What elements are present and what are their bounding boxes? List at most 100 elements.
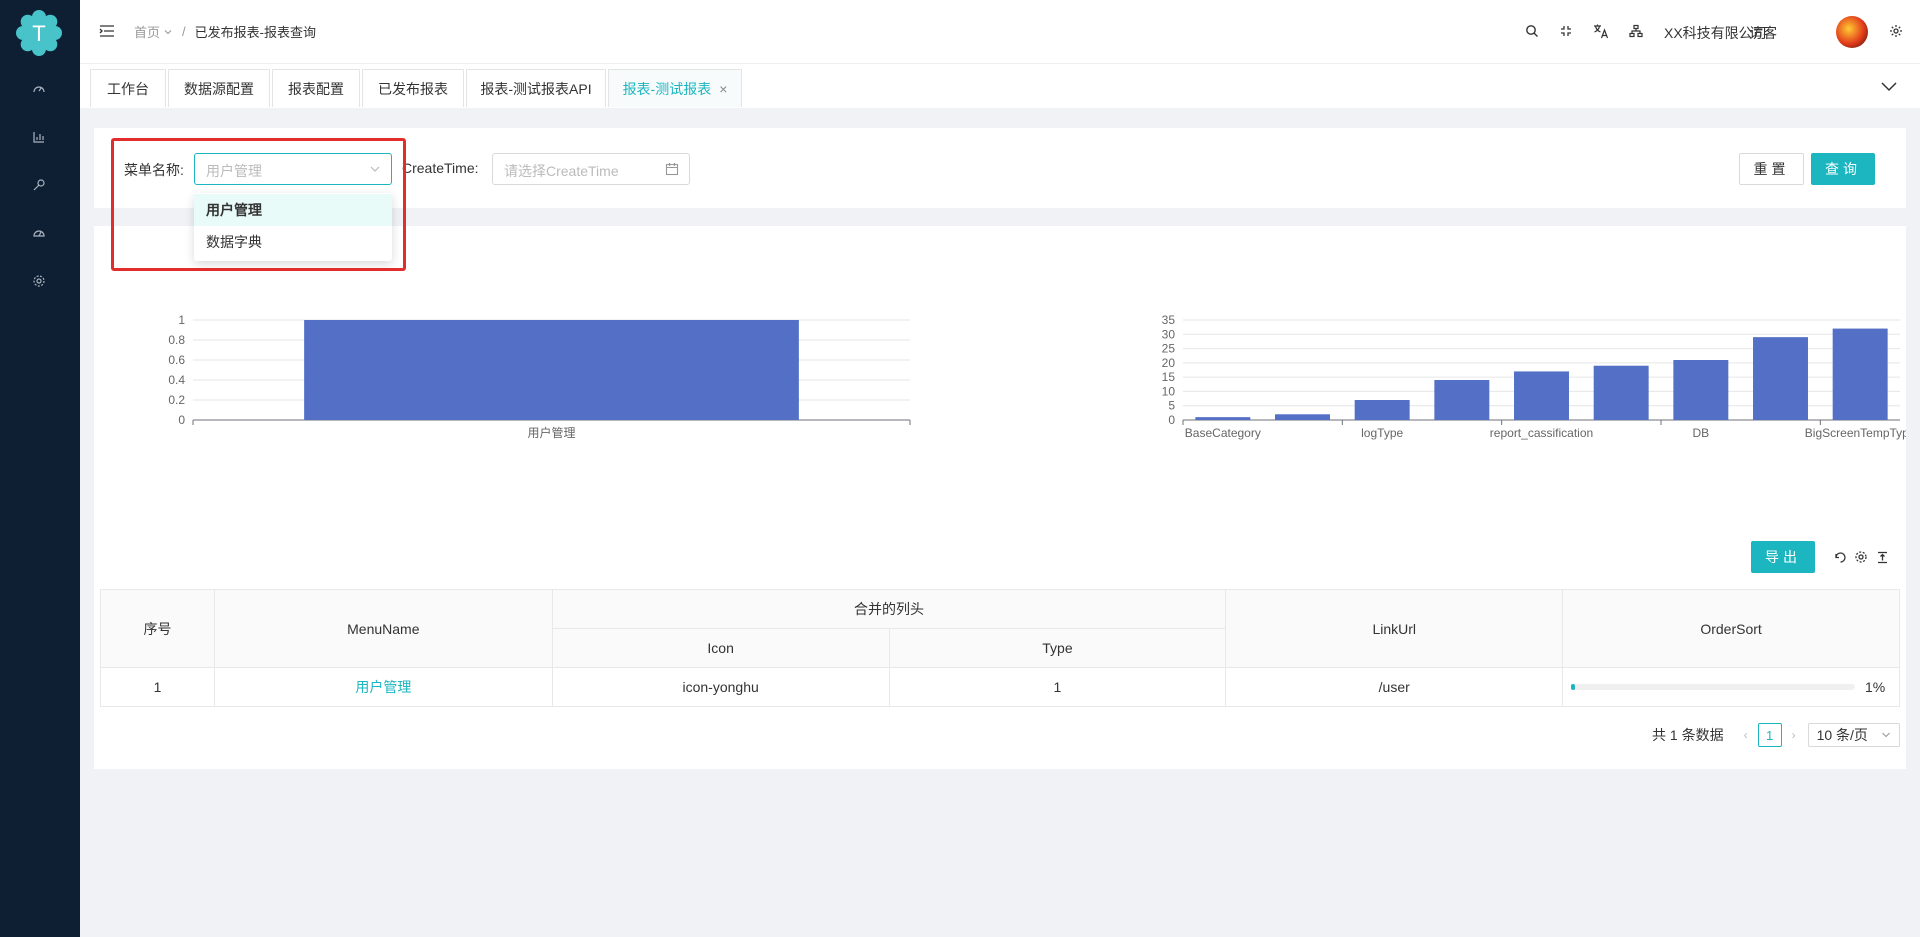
breadcrumb-separator: / (182, 24, 186, 39)
y-tick-label: 0 (1168, 413, 1175, 427)
column-header-type[interactable]: Type (888, 628, 1227, 668)
bar (1832, 328, 1888, 420)
createtime-picker[interactable]: 请选择CreateTime (492, 153, 690, 185)
sidebar: T (0, 0, 80, 937)
tab-test-report-api[interactable]: 报表-测试报表API (466, 69, 606, 107)
y-tick-label: 10 (1162, 384, 1176, 398)
breadcrumb: 首页 / 已发布报表-报表查询 (134, 22, 316, 41)
bar (1275, 414, 1330, 420)
export-button[interactable]: 导出 (1751, 541, 1815, 573)
cell-icon: icon-yonghu (551, 667, 890, 707)
fullscreen-icon[interactable] (1556, 21, 1576, 41)
chart-left: 0 0.2 0.4 0.6 0.8 1 用户管理 (168, 313, 911, 440)
column-header-index: 序号 (100, 589, 215, 668)
y-tick-label: 1 (178, 313, 185, 327)
tab-datasource-config[interactable]: 数据源配置 (168, 69, 270, 107)
column-settings-icon[interactable] (1852, 548, 1870, 566)
y-tick-label: 25 (1162, 342, 1176, 356)
data-table: 序号 MenuName 合并的列头 LinkUrl OrderSort Icon… (100, 589, 1900, 707)
translate-icon[interactable] (1591, 21, 1611, 41)
x-tick-label: DB (1692, 426, 1709, 440)
bar (304, 320, 799, 420)
bar (1434, 380, 1490, 420)
density-icon[interactable] (1873, 548, 1891, 566)
column-header-merged: 合并的列头 (551, 589, 1227, 629)
query-button[interactable]: 查询 (1811, 153, 1875, 185)
bar (1354, 400, 1410, 420)
tab-report-config[interactable]: 报表配置 (272, 69, 360, 107)
bar (1514, 371, 1569, 420)
breadcrumb-home[interactable]: 首页 (134, 22, 160, 41)
refresh-icon[interactable] (1831, 548, 1849, 566)
chevron-down-icon (1881, 732, 1890, 738)
bar (1195, 417, 1251, 420)
tab-label: 工作台 (107, 80, 149, 97)
x-tick-label: logType (1361, 426, 1403, 440)
avatar[interactable] (1836, 16, 1868, 48)
chevron-right-icon[interactable]: › (1786, 723, 1802, 747)
menuname-link[interactable]: 用户管理 (355, 679, 411, 695)
tab-label: 报表-测试报表 (622, 80, 712, 97)
tab-published-reports[interactable]: 已发布报表 (362, 69, 464, 107)
y-tick-label: 0.6 (168, 353, 185, 367)
page-size-select[interactable]: 10 条/页 (1807, 723, 1900, 747)
column-header-linkurl[interactable]: LinkUrl (1225, 589, 1564, 668)
column-header-ordersort[interactable]: OrderSort (1562, 589, 1900, 668)
logo: T (16, 10, 62, 56)
menu-toggle-icon[interactable] (98, 22, 116, 40)
tab-label: 报表配置 (288, 80, 344, 97)
wrench-icon[interactable] (28, 174, 50, 196)
tab-test-report[interactable]: 报表-测试报表 × (608, 69, 742, 107)
gear-icon[interactable] (1886, 21, 1906, 41)
breadcrumb-current: 已发布报表-报表查询 (194, 25, 316, 40)
chart-right: 05101520253035 BaseCategory logType report_… (1162, 313, 1906, 440)
page-number[interactable]: 1 (1757, 723, 1782, 747)
y-tick-label: 35 (1162, 313, 1176, 327)
y-tick-label: 20 (1162, 356, 1176, 370)
cell-index: 1 (100, 667, 215, 707)
cell-menuname: 用户管理 (213, 667, 553, 707)
bar (1673, 360, 1729, 420)
x-tick-label: BaseCategory (1185, 426, 1261, 440)
reset-button[interactable]: 重置 (1739, 153, 1804, 185)
bar (1593, 365, 1649, 420)
progress-fill (1571, 684, 1576, 690)
x-tick-label: report_cassification (1490, 426, 1593, 440)
tab-workbench[interactable]: 工作台 (90, 69, 166, 107)
pagination: 共 1 条数据 ‹ 1 › 10 条/页 (1652, 723, 1900, 747)
org-tree-icon[interactable] (1626, 21, 1646, 41)
progress-track (1571, 684, 1855, 690)
calendar-icon (665, 163, 679, 176)
cell-ordersort: 1% (1562, 667, 1900, 707)
y-tick-label: 0 (178, 413, 185, 427)
chevron-down-icon (164, 29, 172, 34)
y-tick-label: 0.2 (168, 393, 185, 407)
x-tick-label: 用户管理 (527, 425, 575, 440)
createtime-label: CreateTime: (402, 160, 479, 176)
chevron-down-icon[interactable] (1878, 76, 1900, 98)
content-panel: 0 0.2 0.4 0.6 0.8 1 用户管理 0 5 10 15 20 25 30 35 BaseCat… (94, 226, 1906, 769)
logo-letter: T (32, 21, 45, 46)
page-size-label: 10 条/页 (1816, 727, 1868, 743)
x-tick-label: BigScreenTempType (1805, 426, 1906, 440)
table-row: 1 用户管理 icon-yonghu 1 /user 1% (100, 667, 1900, 707)
top-header: 首页 / 已发布报表-报表查询 XX科技有限公司 访客 (80, 0, 1920, 64)
search-icon[interactable] (1522, 21, 1542, 41)
settings-icon[interactable] (28, 270, 50, 292)
progress: 1% (1563, 679, 1899, 695)
createtime-placeholder: 请选择CreateTime (504, 163, 619, 179)
column-header-icon[interactable]: Icon (551, 628, 890, 668)
gauge-icon[interactable] (28, 222, 50, 244)
dashboard-icon[interactable] (28, 78, 50, 100)
column-header-menuname[interactable]: MenuName (213, 589, 553, 668)
y-tick-label: 5 (1168, 399, 1175, 413)
tab-label: 报表-测试报表API (480, 80, 592, 97)
chart-icon[interactable] (28, 126, 50, 148)
progress-text: 1% (1865, 679, 1886, 695)
y-tick-label: 30 (1162, 327, 1176, 341)
y-tick-label: 0.8 (168, 333, 185, 347)
cell-type: 1 (888, 667, 1227, 707)
chevron-left-icon[interactable]: ‹ (1738, 723, 1754, 747)
tab-label: 已发布报表 (378, 80, 448, 97)
close-icon[interactable]: × (719, 81, 727, 97)
